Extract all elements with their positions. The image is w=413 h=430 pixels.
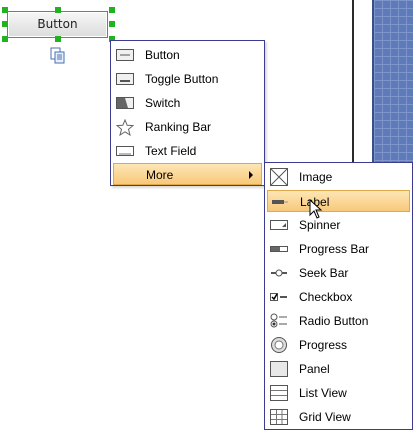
menu-item-label: Toggle Button <box>145 72 219 86</box>
submenu-item-label: Panel <box>299 362 330 376</box>
progress-bar-icon <box>269 240 289 258</box>
submenu-item-progress-bar[interactable]: Progress Bar <box>267 238 410 260</box>
menu-item-label: Button <box>145 48 180 62</box>
progress-icon <box>269 336 289 354</box>
submenu-item-label: Grid View <box>299 410 351 424</box>
selected-button-widget[interactable]: Button <box>7 11 108 38</box>
button-icon <box>115 46 135 64</box>
submenu-item-label: Checkbox <box>299 290 353 304</box>
checkbox-icon <box>269 288 289 306</box>
menu-item-text-field[interactable]: Text Field <box>113 140 262 162</box>
resize-handle-top-right[interactable] <box>109 7 115 13</box>
text-field-icon <box>115 142 135 160</box>
submenu-item-label: Radio Button <box>299 314 369 328</box>
submenu-arrow-icon <box>249 171 253 179</box>
menu-item-button[interactable]: Button <box>113 44 262 66</box>
menu-item-label: Switch <box>145 96 181 110</box>
list-view-icon <box>269 384 289 402</box>
submenu-item-image[interactable]: Image <box>267 166 410 188</box>
menu-item-label: More <box>146 168 174 182</box>
switch-icon <box>115 94 135 112</box>
menu-item-more[interactable]: More <box>113 163 262 185</box>
submenu-item-seek-bar[interactable]: Seek Bar <box>267 262 410 284</box>
submenu-item-label: Spinner <box>299 218 341 232</box>
mouse-cursor-icon <box>309 199 323 219</box>
submenu-item-label: Seek Bar <box>299 266 349 280</box>
menu-item-toggle-button[interactable]: Toggle Button <box>113 68 262 90</box>
menu-item-switch[interactable]: Switch <box>113 92 262 114</box>
resize-handle-left[interactable] <box>2 21 8 27</box>
submenu-item-radio-button[interactable]: Radio Button <box>267 310 410 332</box>
menu-item-label: Text Field <box>145 144 197 158</box>
submenu-item-list-view[interactable]: List View <box>267 382 410 404</box>
submenu-item-label: List View <box>299 386 347 400</box>
submenu-item-label-widget[interactable]: Label <box>267 190 410 212</box>
submenu-item-label: Progress <box>299 338 348 352</box>
resize-handle-bottom[interactable] <box>55 36 61 42</box>
document-icon[interactable] <box>50 47 66 65</box>
star-icon <box>115 118 135 136</box>
seek-bar-icon <box>269 264 289 282</box>
resize-handle-top-left[interactable] <box>2 7 8 13</box>
spinner-icon <box>269 216 289 234</box>
submenu-item-grid-view[interactable]: Grid View <box>267 406 410 428</box>
submenu-item-panel[interactable]: Panel <box>267 358 410 380</box>
label-icon <box>270 193 290 211</box>
grid-view-icon <box>269 408 289 426</box>
submenu-item-label: Progress Bar <box>299 242 370 256</box>
more-submenu: Image Label Spinner Progress Bar Seek Ba… <box>264 162 413 430</box>
menu-item-ranking-bar[interactable]: Ranking Bar <box>113 116 262 138</box>
panel-icon <box>269 360 289 378</box>
resize-handle-right[interactable] <box>109 21 115 27</box>
menu-item-label: Ranking Bar <box>145 120 212 134</box>
submenu-item-progress[interactable]: Progress <box>267 334 410 356</box>
context-menu: Button Toggle Button Switch Ranking Bar … <box>110 40 265 186</box>
resize-handle-top[interactable] <box>55 7 61 13</box>
submenu-item-label: Image <box>299 170 333 184</box>
submenu-item-checkbox[interactable]: Checkbox <box>267 286 410 308</box>
submenu-item-spinner[interactable]: Spinner <box>267 214 410 236</box>
image-icon <box>269 168 289 186</box>
resize-handle-bottom-left[interactable] <box>2 36 8 42</box>
radio-button-icon <box>269 312 289 330</box>
toggle-button-icon <box>115 70 135 88</box>
